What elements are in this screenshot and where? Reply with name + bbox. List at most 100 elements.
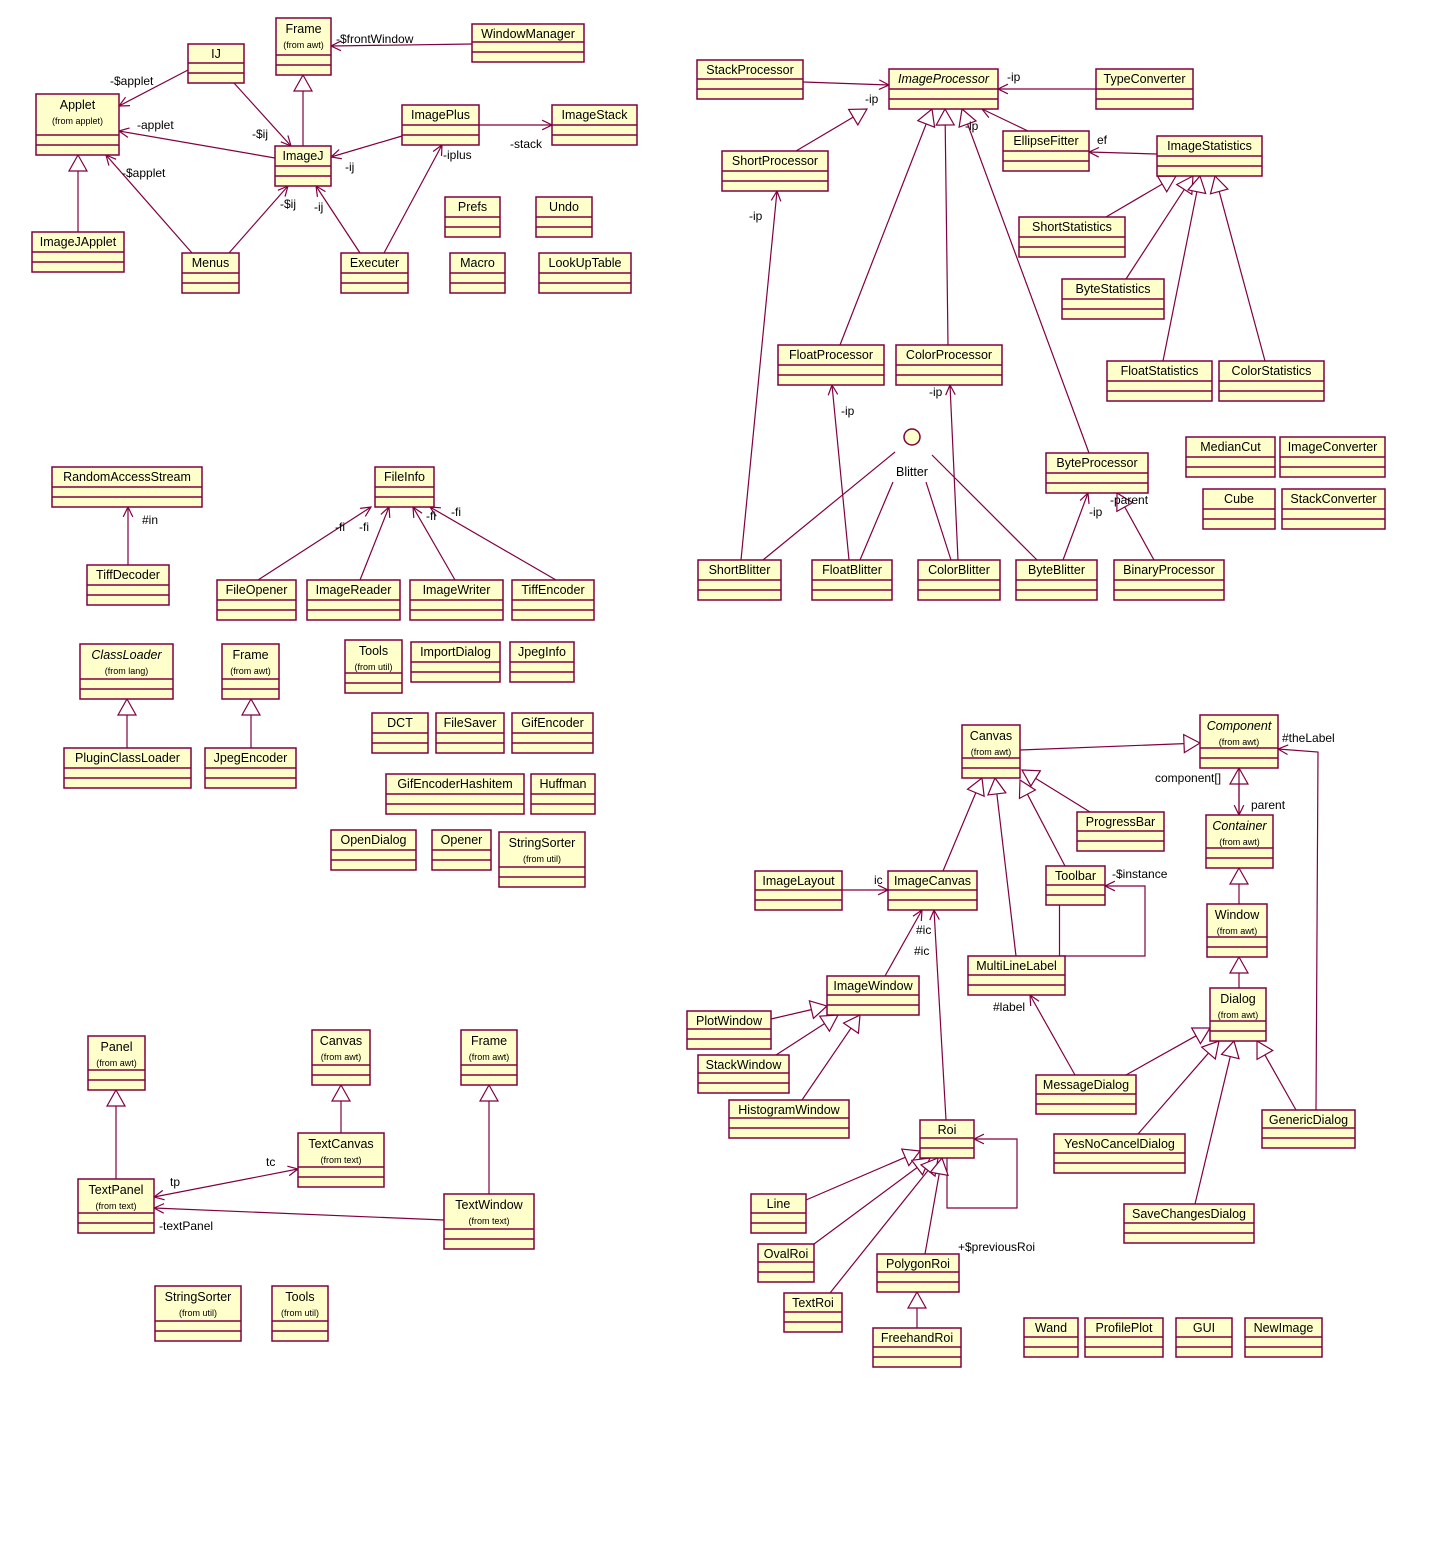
- class-box-tiff-decoder[interactable]: TiffDecoder: [86, 564, 170, 606]
- class-box-canvas2[interactable]: Canvas (from awt): [961, 724, 1021, 779]
- class-box-prefs[interactable]: Prefs: [444, 196, 501, 238]
- class-box-frame2[interactable]: Frame (from awt): [221, 643, 280, 700]
- class-box-float-blitter[interactable]: FloatBlitter: [811, 559, 893, 601]
- class-box-image-converter[interactable]: ImageConverter: [1279, 436, 1386, 478]
- class-box-image-canvas[interactable]: ImageCanvas: [887, 870, 978, 911]
- class-box-binary-processor[interactable]: BinaryProcessor: [1113, 559, 1225, 601]
- class-box-color-processor[interactable]: ColorProcessor: [895, 344, 1003, 386]
- class-box-wand[interactable]: Wand: [1023, 1317, 1079, 1358]
- class-box-byte-blitter[interactable]: ByteBlitter: [1015, 559, 1098, 601]
- class-box-file-info[interactable]: FileInfo: [374, 466, 435, 508]
- class-box-stack-converter[interactable]: StackConverter: [1281, 488, 1386, 530]
- class-box-open-dialog[interactable]: OpenDialog: [330, 829, 417, 871]
- class-box-median-cut[interactable]: MedianCut: [1185, 436, 1276, 478]
- class-box-frame3[interactable]: Frame (from awt): [460, 1029, 518, 1086]
- class-name: Undo: [549, 200, 579, 214]
- class-box-image-processor[interactable]: ImageProcessor: [888, 68, 999, 110]
- class-box-string-sorter2[interactable]: StringSorter (from util): [154, 1285, 242, 1342]
- class-box-random-access-stream[interactable]: RandomAccessStream: [51, 466, 203, 508]
- class-box-image-statistics[interactable]: ImageStatistics: [1156, 135, 1263, 177]
- class-box-class-loader[interactable]: ClassLoader (from lang): [79, 643, 174, 700]
- class-box-jpeg-info[interactable]: JpegInfo: [509, 641, 575, 683]
- class-box-short-blitter[interactable]: ShortBlitter: [697, 559, 782, 601]
- class-box-byte-statistics[interactable]: ByteStatistics: [1061, 278, 1165, 320]
- class-box-executer[interactable]: Executer: [340, 252, 409, 294]
- class-box-jpeg-encoder[interactable]: JpegEncoder: [204, 747, 297, 789]
- class-box-color-statistics[interactable]: ColorStatistics: [1218, 360, 1325, 402]
- class-box-panel[interactable]: Panel (from awt): [87, 1035, 146, 1091]
- class-name: TiffEncoder: [521, 583, 584, 597]
- class-box-frame1[interactable]: Frame (from awt): [275, 17, 332, 76]
- class-box-image-writer[interactable]: ImageWriter: [409, 579, 504, 621]
- class-box-string-sorter1[interactable]: StringSorter (from util): [498, 831, 586, 888]
- class-box-component[interactable]: Component (from awt): [1199, 714, 1279, 769]
- class-box-applet[interactable]: Applet (from applet): [35, 93, 120, 156]
- class-box-byte-processor[interactable]: ByteProcessor: [1045, 452, 1149, 494]
- class-box-image-plus[interactable]: ImagePlus: [401, 104, 480, 146]
- class-box-yes-no-cancel-dialog[interactable]: YesNoCancelDialog: [1053, 1133, 1186, 1174]
- class-box-image-stack[interactable]: ImageStack: [551, 104, 638, 146]
- class-box-oval-roi[interactable]: OvalRoi: [757, 1243, 815, 1283]
- class-box-undo[interactable]: Undo: [535, 196, 593, 238]
- class-box-menus[interactable]: Menus: [181, 252, 240, 294]
- class-box-cube[interactable]: Cube: [1202, 488, 1276, 530]
- class-box-polygon-roi[interactable]: PolygonRoi: [876, 1253, 960, 1293]
- class-box-window-manager[interactable]: WindowManager: [471, 23, 585, 63]
- class-box-text-window[interactable]: TextWindow (from text): [443, 1193, 535, 1250]
- class-box-gif-encoder-hashitem[interactable]: GifEncoderHashitem: [385, 773, 525, 815]
- class-box-text-panel[interactable]: TextPanel (from text): [77, 1178, 155, 1234]
- class-box-image-j[interactable]: ImageJ: [274, 145, 332, 187]
- class-box-profile-plot[interactable]: ProfilePlot: [1084, 1317, 1164, 1358]
- class-box-type-converter[interactable]: TypeConverter: [1095, 68, 1194, 110]
- class-box-dct[interactable]: DCT: [371, 712, 429, 754]
- class-box-stack-window[interactable]: StackWindow: [697, 1054, 790, 1094]
- class-box-float-processor[interactable]: FloatProcessor: [777, 344, 885, 386]
- class-box-window[interactable]: Window (from awt): [1206, 903, 1268, 958]
- class-box-plot-window[interactable]: PlotWindow: [686, 1010, 772, 1050]
- class-box-look-up-table[interactable]: LookUpTable: [538, 252, 632, 294]
- class-box-line[interactable]: Line: [750, 1193, 807, 1234]
- class-box-message-dialog[interactable]: MessageDialog: [1035, 1074, 1137, 1115]
- class-box-image-layout[interactable]: ImageLayout: [754, 870, 843, 911]
- class-box-file-saver[interactable]: FileSaver: [435, 712, 505, 754]
- class-box-text-canvas[interactable]: TextCanvas (from text): [297, 1132, 385, 1188]
- class-box-save-changes-dialog[interactable]: SaveChangesDialog: [1123, 1203, 1255, 1244]
- class-box-macro[interactable]: Macro: [449, 252, 506, 294]
- class-box-canvas1[interactable]: Canvas (from awt): [311, 1029, 371, 1086]
- class-box-text-roi[interactable]: TextRoi: [783, 1292, 843, 1333]
- class-box-ellipse-fitter[interactable]: EllipseFitter: [1002, 130, 1090, 172]
- realization-line: [859, 481, 894, 561]
- class-box-image-japplet[interactable]: ImageJApplet: [31, 231, 125, 273]
- class-box-multi-line-label[interactable]: MultiLineLabel: [967, 955, 1066, 996]
- class-box-tools1[interactable]: Tools (from util): [344, 639, 403, 694]
- class-box-plugin-class-loader[interactable]: PluginClassLoader: [63, 747, 192, 789]
- class-box-huffman[interactable]: Huffman: [530, 773, 596, 815]
- class-box-ij[interactable]: IJ: [187, 43, 245, 84]
- class-box-tools2[interactable]: Tools (from util): [271, 1285, 329, 1342]
- class-box-short-processor[interactable]: ShortProcessor: [721, 150, 829, 192]
- class-box-progress-bar[interactable]: ProgressBar: [1076, 811, 1165, 852]
- class-box-image-reader[interactable]: ImageReader: [306, 579, 401, 621]
- class-box-gui[interactable]: GUI: [1175, 1317, 1233, 1358]
- class-box-toolbar[interactable]: Toolbar: [1045, 865, 1106, 906]
- class-box-gif-encoder[interactable]: GifEncoder: [511, 712, 594, 754]
- class-box-freehand-roi[interactable]: FreehandRoi: [872, 1327, 962, 1368]
- class-box-histogram-window[interactable]: HistogramWindow: [728, 1099, 850, 1139]
- class-box-file-opener[interactable]: FileOpener: [216, 579, 297, 621]
- class-box-dialog[interactable]: Dialog (from awt): [1209, 987, 1267, 1042]
- class-box-generic-dialog[interactable]: GenericDialog: [1261, 1109, 1356, 1149]
- class-box-container[interactable]: Container (from awt): [1205, 814, 1274, 869]
- class-box-tiff-encoder[interactable]: TiffEncoder: [511, 579, 595, 621]
- class-box-roi[interactable]: Roi: [919, 1119, 975, 1159]
- class-box-image-window[interactable]: ImageWindow: [826, 975, 920, 1016]
- class-box-import-dialog[interactable]: ImportDialog: [410, 641, 501, 683]
- class-box-float-statistics[interactable]: FloatStatistics: [1106, 360, 1213, 402]
- class-box-new-image[interactable]: NewImage: [1244, 1317, 1323, 1358]
- class-box-color-blitter[interactable]: ColorBlitter: [917, 559, 1001, 601]
- class-name: TypeConverter: [1104, 72, 1186, 86]
- class-name: Tools: [285, 1290, 314, 1304]
- class-box-stack-processor[interactable]: StackProcessor: [696, 59, 804, 100]
- class-box-short-statistics[interactable]: ShortStatistics: [1018, 216, 1126, 258]
- interface-blitter[interactable]: Blitter: [896, 428, 928, 479]
- class-box-opener[interactable]: Opener: [431, 829, 492, 871]
